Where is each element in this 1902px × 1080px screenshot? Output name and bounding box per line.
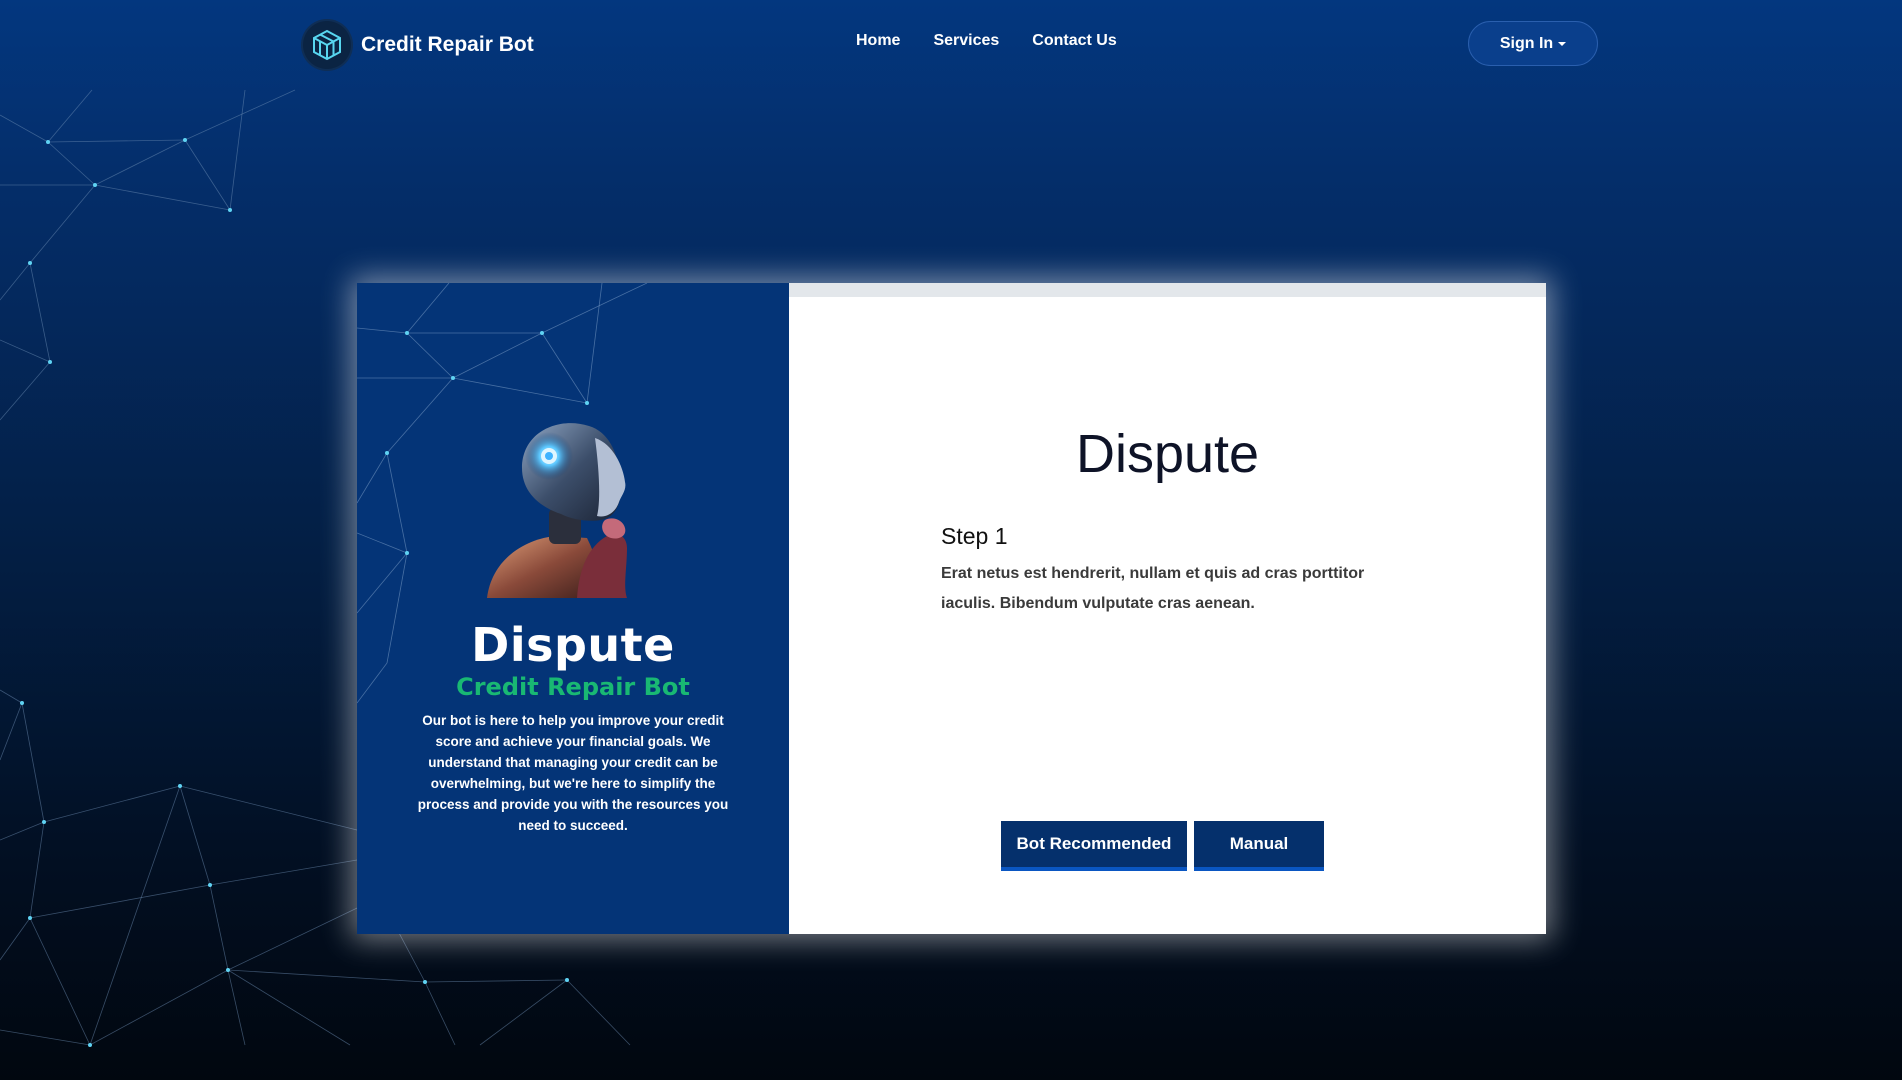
robot-illustration <box>487 423 627 598</box>
panel-network-decoration <box>357 283 648 704</box>
navbar: Credit Repair Bot Home Services Contact … <box>0 0 1902 90</box>
step-description: Erat netus est hendrerit, nullam et quis… <box>941 565 1365 612</box>
cube-logo-icon <box>303 21 351 69</box>
step-title: Step 1 <box>941 523 1008 549</box>
brand-name: Credit Repair Bot <box>361 33 534 56</box>
brand-link[interactable]: Credit Repair Bot <box>303 20 534 70</box>
dispute-card: Dispute Credit Repair Bot Our bot is her… <box>357 283 1546 934</box>
sign-in-dropdown-button[interactable]: Sign In <box>1468 21 1598 66</box>
manual-button[interactable]: Manual <box>1194 821 1324 871</box>
nav-home[interactable]: Home <box>856 32 900 50</box>
panel-description: Our bot is here to help you improve your… <box>417 713 729 833</box>
nav-menu: Home Services Contact Us <box>856 32 1150 50</box>
card-info-panel: Dispute Credit Repair Bot Our bot is her… <box>357 283 789 934</box>
panel-top-bar <box>789 283 1546 297</box>
panel-subtitle: Credit Repair Bot <box>456 673 690 701</box>
panel-title: Dispute <box>471 618 675 672</box>
nav-services[interactable]: Services <box>933 32 999 50</box>
dispute-heading: Dispute <box>1075 424 1260 484</box>
bot-recommended-button[interactable]: Bot Recommended <box>1001 821 1187 871</box>
caret-down-icon <box>1558 41 1567 46</box>
sign-in-label: Sign In <box>1499 34 1554 52</box>
nav-contact-us[interactable]: Contact Us <box>1032 32 1116 50</box>
dispute-step-panel: Dispute Step 1 Erat netus est hendrerit,… <box>789 283 1546 934</box>
